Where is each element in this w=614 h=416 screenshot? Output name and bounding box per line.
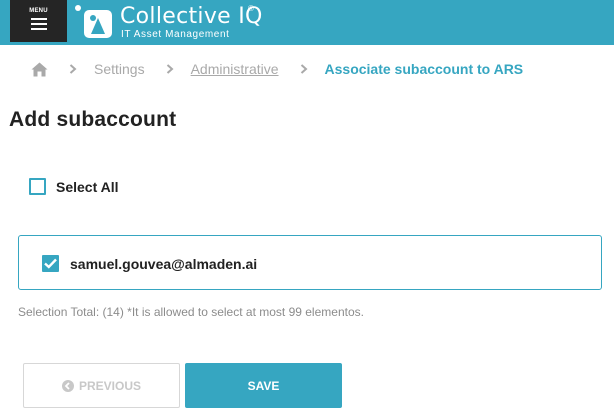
- checkmark-icon: [44, 258, 57, 269]
- previous-button[interactable]: PREVIOUS: [23, 363, 180, 408]
- chevron-right-icon: [166, 64, 174, 74]
- breadcrumb-current: Associate subaccount to ARS: [324, 61, 524, 77]
- chevron-right-icon: [69, 64, 77, 74]
- checkbox-checked-icon[interactable]: [42, 255, 59, 272]
- breadcrumb: Settings Administrative Associate subacc…: [31, 60, 523, 78]
- save-button-label: SAVE: [247, 378, 280, 393]
- account-email: samuel.gouvea@almaden.ai: [70, 255, 258, 272]
- brand-name: Collective IQ: [120, 4, 263, 29]
- top-header: MENU Collective IQ ® IT Asset Management: [0, 0, 614, 45]
- previous-button-label: PREVIOUS: [78, 378, 141, 393]
- brand-tagline: IT Asset Management: [121, 29, 230, 40]
- checkbox-unchecked-icon[interactable]: [29, 178, 46, 195]
- menu-button[interactable]: MENU: [10, 0, 67, 42]
- account-list-item[interactable]: samuel.gouvea@almaden.ai: [42, 255, 257, 272]
- menu-label: MENU: [29, 8, 48, 14]
- breadcrumb-settings[interactable]: Settings: [94, 61, 145, 77]
- home-icon[interactable]: [31, 62, 48, 77]
- brand-registered-mark: ®: [248, 4, 254, 13]
- breadcrumb-administrative[interactable]: Administrative: [191, 61, 279, 77]
- page-title: Add subaccount: [9, 108, 177, 131]
- hamburger-icon: [31, 18, 47, 31]
- chevron-right-icon: [300, 64, 308, 74]
- arrow-left-circle-icon: [61, 379, 74, 392]
- account-list: samuel.gouvea@almaden.ai: [18, 235, 602, 290]
- brand-logo[interactable]: Collective IQ ® IT Asset Management: [74, 0, 274, 45]
- select-all-checkbox[interactable]: Select All: [29, 178, 119, 195]
- select-all-label: Select All: [56, 178, 119, 195]
- selection-total-note: Selection Total: (14) *It is allowed to …: [18, 305, 364, 319]
- save-button[interactable]: SAVE: [185, 363, 342, 408]
- logo-mark-icon: [75, 5, 112, 38]
